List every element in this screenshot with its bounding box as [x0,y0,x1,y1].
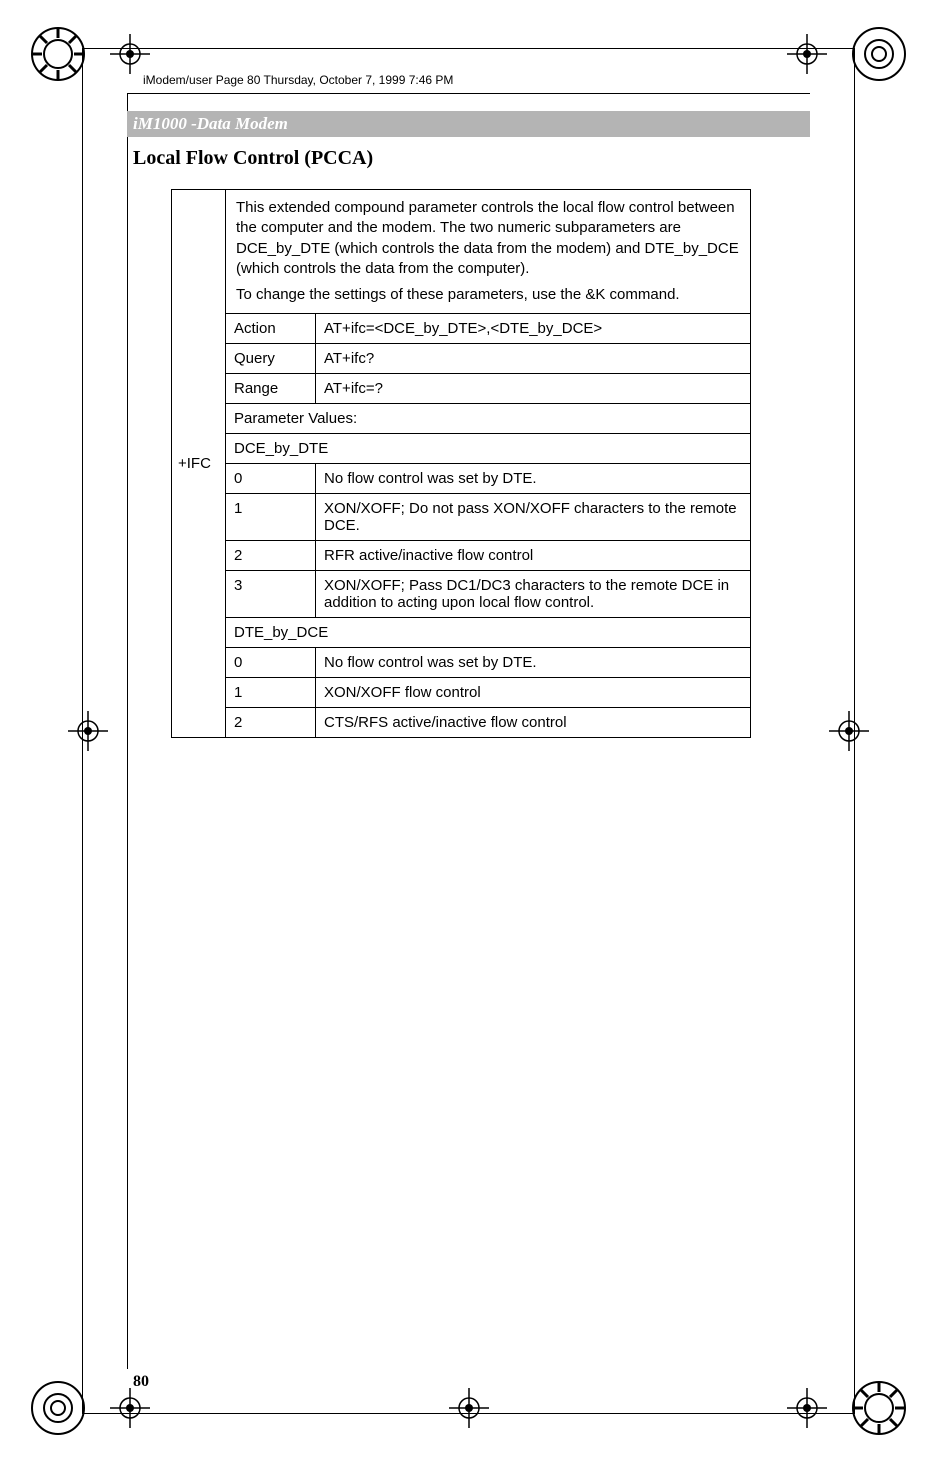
row-value: CTS/RFS active/inactive flow control [316,708,751,738]
table-row: Range AT+ifc=? [172,374,751,404]
group-header: DCE_by_DTE [226,434,751,464]
page-header-meta: iModem/user Page 80 Thursday, October 7,… [143,73,453,87]
row-key: 0 [226,464,316,494]
table-row: DCE_by_DTE [172,434,751,464]
desc-paragraph-2: To change the settings of these paramete… [236,285,740,305]
ring-binder-icon [30,1380,86,1436]
table-row: Query AT+ifc? [172,344,751,374]
section-title: Local Flow Control (PCCA) [133,147,373,170]
row-key: 2 [226,541,316,571]
row-label: Action [226,314,316,344]
command-description: This extended compound parameter control… [226,190,751,314]
table-row: Action AT+ifc=<DCE_by_DTE>,<DTE_by_DCE> [172,314,751,344]
row-label: Range [226,374,316,404]
row-value: AT+ifc=<DCE_by_DTE>,<DTE_by_DCE> [316,314,751,344]
row-value: XON/XOFF flow control [316,678,751,708]
desc-paragraph-1: This extended compound parameter control… [236,198,740,279]
table-row: 3 XON/XOFF; Pass DC1/DC3 characters to t… [172,571,751,618]
table-row: 0 No flow control was set by DTE. [172,464,751,494]
row-key: 3 [226,571,316,618]
ring-binder-icon [851,26,907,82]
row-key: 0 [226,648,316,678]
row-value: XON/XOFF; Do not pass XON/XOFF character… [316,494,751,541]
command-label-cell: +IFC [172,190,226,738]
row-value: AT+ifc? [316,344,751,374]
table-row: 0 No flow control was set by DTE. [172,648,751,678]
ring-binder-icon [851,1380,907,1436]
parameter-values-header: Parameter Values: [226,404,751,434]
ring-binder-icon [30,26,86,82]
row-label: Query [226,344,316,374]
row-key: 1 [226,494,316,541]
row-value: RFR active/inactive flow control [316,541,751,571]
row-value: No flow control was set by DTE. [316,464,751,494]
table-row: 2 RFR active/inactive flow control [172,541,751,571]
table-row: 1 XON/XOFF; Do not pass XON/XOFF charact… [172,494,751,541]
row-value: XON/XOFF; Pass DC1/DC3 characters to the… [316,571,751,618]
table-row: 1 XON/XOFF flow control [172,678,751,708]
row-key: 1 [226,678,316,708]
header-title: iM1000 -Data Modem [133,114,288,134]
row-key: 2 [226,708,316,738]
table-row: Parameter Values: [172,404,751,434]
page-number: 80 [133,1373,149,1391]
table-row: DTE_by_DCE [172,618,751,648]
table-row: 2 CTS/RFS active/inactive flow control [172,708,751,738]
crop-line-top [127,93,810,94]
row-value: AT+ifc=? [316,374,751,404]
crop-line-left [127,93,128,1369]
group-header: DTE_by_DCE [226,618,751,648]
command-reference-table: +IFC This extended compound parameter co… [171,189,751,738]
page-frame: iModem/user Page 80 Thursday, October 7,… [82,48,855,1414]
header-band: iM1000 -Data Modem [127,111,810,137]
row-value: No flow control was set by DTE. [316,648,751,678]
